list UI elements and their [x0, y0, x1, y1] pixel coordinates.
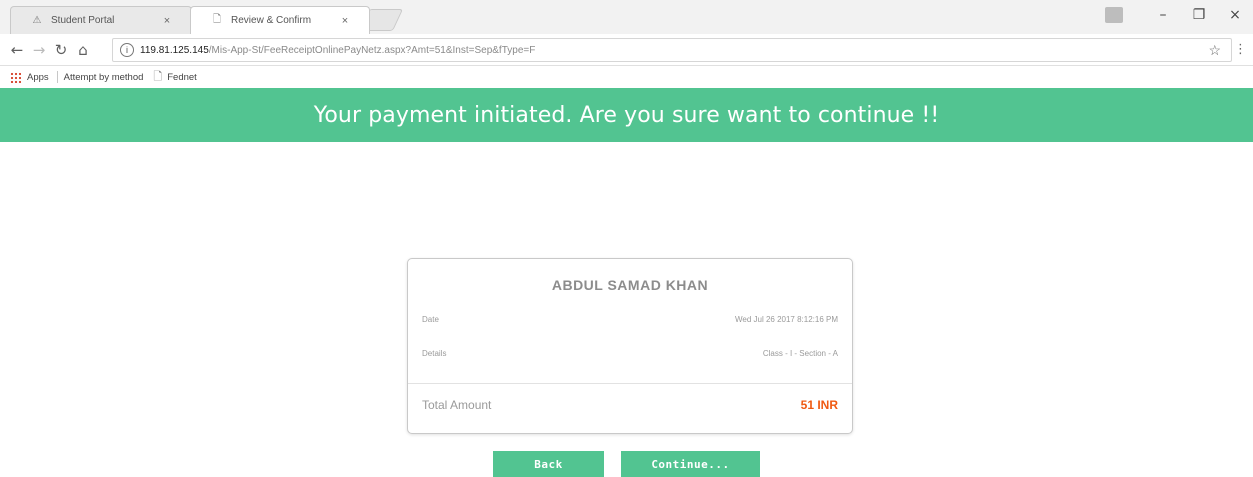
forward-arrow-icon[interactable]: →	[28, 41, 50, 59]
date-label: Date	[422, 315, 439, 324]
browser-menu-icon[interactable]: ⋮	[1234, 42, 1247, 57]
bookmark-label: Attempt by method	[63, 71, 144, 83]
card-divider	[408, 383, 852, 384]
site-info-icon[interactable]: i	[120, 43, 134, 57]
payment-summary-card: ABDUL SAMAD KHAN Date Wed Jul 26 2017 8:…	[407, 258, 853, 434]
page-favicon-icon: 🗋	[212, 14, 222, 25]
apps-grid-icon	[10, 71, 21, 83]
tab-close-icon[interactable]: ×	[159, 15, 175, 27]
total-amount: 51 INR	[800, 398, 838, 412]
close-window-button[interactable]: ×	[1217, 7, 1253, 23]
bookmark-label: Apps	[27, 71, 49, 83]
home-icon[interactable]: ⌂	[72, 41, 94, 59]
tab-title: Review & Confirm	[231, 15, 312, 26]
details-row: Details Class - I - Section - A	[408, 349, 852, 365]
back-button[interactable]: Back	[493, 451, 604, 477]
window-controls: – ❐ ×	[1105, 0, 1253, 30]
back-arrow-icon[interactable]: ←	[6, 41, 28, 59]
minimize-button[interactable]: –	[1145, 7, 1181, 23]
page-icon: 🗋	[153, 70, 163, 83]
maximize-button[interactable]: ❐	[1181, 7, 1217, 23]
date-row: Date Wed Jul 26 2017 8:12:16 PM	[408, 315, 852, 331]
total-row: Total Amount 51 INR	[408, 398, 852, 418]
tab-review-confirm[interactable]: 🗋 Review & Confirm ×	[190, 6, 370, 34]
url-path: /Mis-App-St/FeeReceiptOnlinePayNetz.aspx…	[208, 44, 536, 56]
address-bar[interactable]: i 119.81.125.145 /Mis-App-St/FeeReceiptO…	[112, 38, 1232, 62]
total-label: Total Amount	[422, 398, 492, 412]
bookmark-label: Fednet	[167, 71, 197, 83]
details-value: Class - I - Section - A	[762, 349, 838, 358]
url-host: 119.81.125.145	[140, 44, 209, 56]
student-name: ABDUL SAMAD KHAN	[551, 277, 709, 293]
reload-icon[interactable]: ↻	[50, 41, 72, 59]
portal-favicon-icon: ⚠	[32, 15, 42, 26]
browser-toolbar: ← → ↻ ⌂ i 119.81.125.145 /Mis-App-St/Fee…	[0, 34, 1253, 66]
confirmation-banner: Your payment initiated. Are you sure wan…	[0, 88, 1253, 142]
tab-close-icon[interactable]: ×	[337, 15, 353, 27]
bookmark-fednet[interactable]: 🗋 Fednet	[153, 68, 196, 87]
bookmark-attempt-by-method[interactable]: Attempt by method	[64, 72, 144, 83]
continue-button[interactable]: Continue...	[621, 451, 760, 477]
browser-tabstrip: ⚠ Student Portal × 🗋 Review & Confirm × …	[0, 0, 1253, 34]
details-label: Details	[422, 349, 447, 358]
bookmarks-bar: Apps Attempt by method 🗋 Fednet	[0, 66, 1253, 88]
bookmark-separator	[56, 71, 58, 83]
banner-message: Your payment initiated. Are you sure wan…	[313, 102, 940, 128]
profile-icon[interactable]	[1105, 7, 1123, 23]
bookmark-apps[interactable]: Apps	[0, 71, 49, 83]
tab-title: Student Portal	[51, 15, 115, 26]
date-value: Wed Jul 26 2017 8:12:16 PM	[734, 315, 838, 324]
tab-student-portal[interactable]: ⚠ Student Portal ×	[10, 6, 192, 34]
bookmark-star-icon[interactable]: ☆	[1208, 42, 1221, 59]
